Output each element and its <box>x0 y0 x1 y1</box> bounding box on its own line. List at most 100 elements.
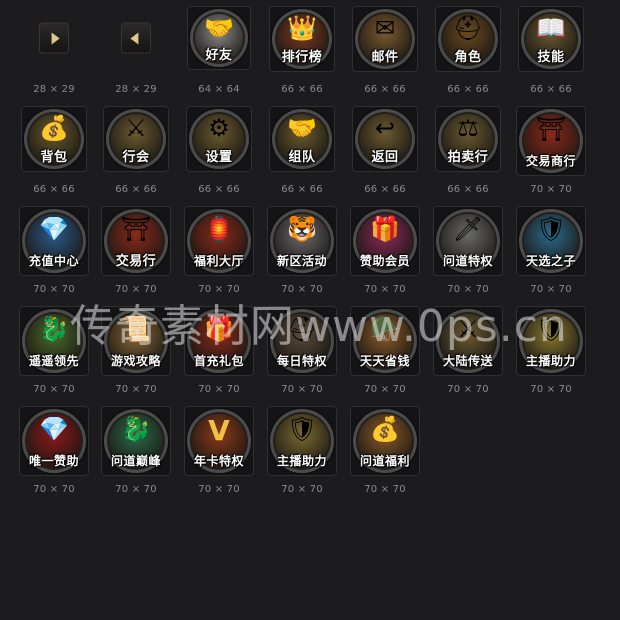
welfare-hall-frame[interactable]: 🏮 福利大厅 <box>184 206 254 276</box>
icon-cell-ranking[interactable]: 👑 排行榜 66 × 66 <box>260 6 344 102</box>
icon-cell-settings[interactable]: ⚙ 设置 66 × 66 <box>177 106 261 202</box>
first-recharge-gift-frame[interactable]: 🎁 首充礼包 <box>184 306 254 376</box>
settings-glyph-icon: ⚙ <box>208 114 230 143</box>
icon-cell-trade-shop[interactable]: ⛩ 交易商行 70 × 70 <box>509 106 593 202</box>
icon-cell-character[interactable]: ⛑ 角色 66 × 66 <box>426 6 510 102</box>
icon-cell-guild[interactable]: ⚔ 行会 66 × 66 <box>94 106 178 202</box>
icon-cell-back[interactable]: ↩ 返回 66 × 66 <box>343 106 427 202</box>
trade-label: 交易行 <box>115 254 157 269</box>
bag-frame[interactable]: 💰 背包 <box>21 106 87 172</box>
new-zone-events-glyph-icon: 🐯 <box>287 214 317 243</box>
continent-teleport-label: 大陆传送 <box>442 354 493 368</box>
streamer-assist-2-frame[interactable]: 🛡 主播助力 <box>267 406 337 476</box>
streamer-assist-1-frame[interactable]: 🛡 主播助力 <box>516 306 586 376</box>
icon-cell-trade[interactable]: ⛩ 交易行 70 × 70 <box>94 206 178 302</box>
icon-cell-arrow-right[interactable]: 28 × 29 <box>12 6 96 102</box>
auction-label: 拍卖行 <box>447 150 489 165</box>
icon-size-caption: 70 × 70 <box>115 484 157 495</box>
team-label: 组队 <box>288 150 316 165</box>
icon-cell-friends[interactable]: 🤝 好友 64 × 64 <box>177 6 261 102</box>
sole-sponsor-frame[interactable]: 💎 唯一赞助 <box>19 406 89 476</box>
icon-size-caption: 70 × 70 <box>33 384 75 395</box>
icon-cell-new-zone-events[interactable]: 🐯 新区活动 70 × 70 <box>260 206 344 302</box>
icon-size-caption: 70 × 70 <box>530 284 572 295</box>
settings-frame[interactable]: ⚙ 设置 <box>186 106 252 172</box>
streamer-assist-1-glyph-icon: 🛡 <box>535 314 567 343</box>
bag-label: 背包 <box>40 150 68 165</box>
icon-cell-mail[interactable]: ✉ 邮件 66 × 66 <box>343 6 427 102</box>
ranking-frame[interactable]: 👑 排行榜 <box>269 6 335 72</box>
team-frame[interactable]: 🤝 组队 <box>269 106 335 172</box>
ranking-label: 排行榜 <box>281 50 323 65</box>
icon-cell-recharge[interactable]: 💎 充值中心 70 × 70 <box>12 206 96 302</box>
icon-cell-auction[interactable]: ⚖ 拍卖行 66 × 66 <box>426 106 510 202</box>
back-frame[interactable]: ↩ 返回 <box>352 106 418 172</box>
continent-teleport-frame[interactable]: ⚔ 大陆传送 <box>433 306 503 376</box>
wendao-privilege-frame[interactable]: 🗡 问道特权 <box>433 206 503 276</box>
team-glyph-icon: 🤝 <box>287 114 317 143</box>
recharge-frame[interactable]: 💎 充值中心 <box>19 206 89 276</box>
icon-cell-sole-sponsor[interactable]: 💎 唯一赞助 70 × 70 <box>12 406 96 502</box>
character-frame[interactable]: ⛑ 角色 <box>435 6 501 72</box>
icon-size-caption: 70 × 70 <box>33 484 75 495</box>
wendao-welfare-frame[interactable]: 💰 问道福利 <box>350 406 420 476</box>
trade-frame[interactable]: ⛩ 交易行 <box>101 206 171 276</box>
icon-size-caption: 70 × 70 <box>33 284 75 295</box>
skills-frame[interactable]: 📖 技能 <box>518 6 584 72</box>
icon-size-caption: 70 × 70 <box>447 284 489 295</box>
icon-cell-sponsor-member[interactable]: 🎁 赞助会员 70 × 70 <box>343 206 427 302</box>
wendao-privilege-label: 问道特权 <box>442 254 493 268</box>
icon-cell-annual-card[interactable]: V 年卡特权 70 × 70 <box>177 406 261 502</box>
icon-size-caption: 70 × 70 <box>530 384 572 395</box>
character-label: 角色 <box>454 50 482 65</box>
sponsor-member-frame[interactable]: 🎁 赞助会员 <box>350 206 420 276</box>
icon-cell-wendao-peak[interactable]: 🐉 问道巅峰 70 × 70 <box>94 406 178 502</box>
friends-label: 好友 <box>205 48 233 63</box>
icon-cell-arrow-left[interactable]: 28 × 29 <box>94 6 178 102</box>
icon-cell-team[interactable]: 🤝 组队 66 × 66 <box>260 106 344 202</box>
wendao-welfare-label: 问道福利 <box>359 454 410 468</box>
wendao-welfare-glyph-icon: 💰 <box>370 414 400 443</box>
guild-frame[interactable]: ⚔ 行会 <box>103 106 169 172</box>
icon-cell-wendao-welfare[interactable]: 💰 问道福利 70 × 70 <box>343 406 427 502</box>
auction-frame[interactable]: ⚖ 拍卖行 <box>435 106 501 172</box>
icon-cell-chosen-one[interactable]: 🛡 天选之子 70 × 70 <box>509 206 593 302</box>
daily-privilege-glyph-icon: ⛑ <box>286 314 318 343</box>
icon-size-caption: 66 × 66 <box>281 84 323 95</box>
trade-shop-glyph-icon: ⛩ <box>535 114 567 143</box>
far-ahead-frame[interactable]: 🐉 遥遥领先 <box>19 306 89 376</box>
daily-savings-frame[interactable]: 🪖 天天省钱 <box>350 306 420 376</box>
icon-size-caption: 70 × 70 <box>115 384 157 395</box>
annual-card-frame[interactable]: V 年卡特权 <box>184 406 254 476</box>
icon-cell-first-recharge-gift[interactable]: 🎁 首充礼包 70 × 70 <box>177 306 261 402</box>
arrow-left-icon[interactable] <box>122 23 150 53</box>
new-zone-events-frame[interactable]: 🐯 新区活动 <box>267 206 337 276</box>
icon-size-caption: 70 × 70 <box>364 284 406 295</box>
icon-size-caption: 66 × 66 <box>447 184 489 195</box>
daily-savings-label: 天天省钱 <box>359 354 410 368</box>
icon-cell-daily-privilege[interactable]: ⛑ 每日特权 70 × 70 <box>260 306 344 402</box>
wendao-peak-frame[interactable]: 🐉 问道巅峰 <box>101 406 171 476</box>
icon-cell-daily-savings[interactable]: 🪖 天天省钱 70 × 70 <box>343 306 427 402</box>
game-guide-frame[interactable]: 📜 游戏攻略 <box>101 306 171 376</box>
icon-cell-wendao-privilege[interactable]: 🗡 问道特权 70 × 70 <box>426 206 510 302</box>
ranking-glyph-icon: 👑 <box>287 14 317 43</box>
chosen-one-frame[interactable]: 🛡 天选之子 <box>516 206 586 276</box>
sole-sponsor-glyph-icon: 💎 <box>39 414 69 443</box>
icon-cell-continent-teleport[interactable]: ⚔ 大陆传送 70 × 70 <box>426 306 510 402</box>
mail-frame[interactable]: ✉ 邮件 <box>352 6 418 72</box>
icon-cell-welfare-hall[interactable]: 🏮 福利大厅 70 × 70 <box>177 206 261 302</box>
daily-privilege-frame[interactable]: ⛑ 每日特权 <box>267 306 337 376</box>
game-guide-label: 游戏攻略 <box>110 354 161 368</box>
icon-cell-far-ahead[interactable]: 🐉 遥遥领先 70 × 70 <box>12 306 96 402</box>
arrow-right-icon[interactable] <box>40 23 68 53</box>
icon-size-caption: 66 × 66 <box>115 184 157 195</box>
icon-size-caption: 66 × 66 <box>364 84 406 95</box>
icon-cell-game-guide[interactable]: 📜 游戏攻略 70 × 70 <box>94 306 178 402</box>
icon-cell-skills[interactable]: 📖 技能 66 × 66 <box>509 6 593 102</box>
icon-cell-streamer-assist-2[interactable]: 🛡 主播助力 70 × 70 <box>260 406 344 502</box>
friends-frame[interactable]: 🤝 好友 <box>187 6 251 70</box>
icon-cell-streamer-assist-1[interactable]: 🛡 主播助力 70 × 70 <box>509 306 593 402</box>
trade-shop-frame[interactable]: ⛩ 交易商行 <box>516 106 586 176</box>
icon-cell-bag[interactable]: 💰 背包 66 × 66 <box>12 106 96 202</box>
